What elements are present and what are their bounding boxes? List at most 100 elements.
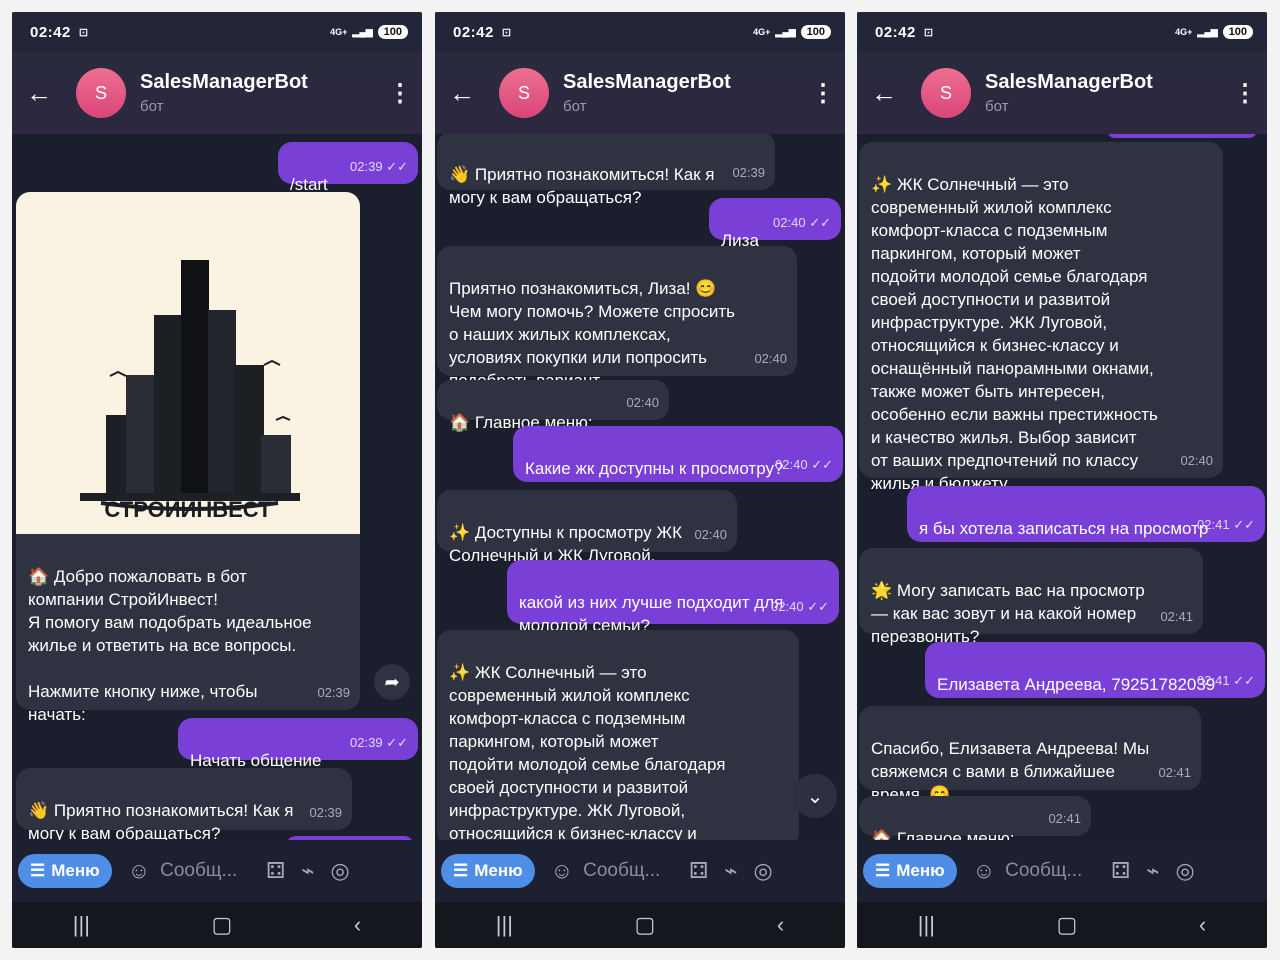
bot-commands-icon[interactable]: ⚃ [266, 858, 285, 884]
message-time: 02:39 [309, 805, 342, 820]
message-time: 02:40 ✓✓ [771, 599, 829, 614]
status-time: 02:42 [875, 23, 916, 41]
message-bubble[interactable]: Лиза 02:40 ✓✓ [709, 198, 841, 250]
message-bubble[interactable]: 🏠 Главное меню: 02:40 [437, 380, 669, 432]
message-text: 🏠 Главное меню: [871, 829, 1015, 840]
chat-title-block[interactable]: SalesManagerBot бот [563, 71, 811, 115]
home-icon[interactable]: ▢ [212, 912, 233, 938]
chat-title: SalesManagerBot [563, 71, 731, 93]
camera-icon[interactable]: ◎ [331, 858, 350, 884]
battery-level: 100 [1222, 25, 1253, 39]
message-text: Елизавета Андреева, 79251782039 [937, 675, 1216, 694]
avatar[interactable]: S [499, 68, 549, 118]
message-time: 02:39 ✓✓ [350, 735, 408, 750]
message-bubble[interactable]: 👋 Приятно познакомиться! Как я могу к ва… [16, 768, 352, 840]
more-menu-icon[interactable]: ⋮ [1233, 79, 1257, 108]
message-text: 🌟 Могу записать вас на просмотр — как ва… [871, 581, 1145, 646]
message-time: 02:40 [1180, 453, 1213, 468]
status-time: 02:42 [30, 23, 71, 41]
image-message[interactable]: СТРОЙИНВЕСТ [16, 192, 360, 557]
more-menu-icon[interactable]: ⋮ [388, 79, 412, 108]
attach-icon[interactable]: ⌁ [724, 858, 737, 884]
chat-title: SalesManagerBot [985, 71, 1153, 93]
forward-icon[interactable]: ➦ [374, 664, 410, 700]
message-bubble[interactable]: Начать общение 02:39 ✓✓ [178, 718, 418, 770]
message-bubble[interactable]: 🏠 Добро пожаловать в бот компании СтройИ… [16, 534, 360, 724]
system-nav-bar: ||| ▢ ‹ [435, 902, 845, 948]
battery-level: 100 [377, 25, 408, 39]
back-arrow-icon[interactable]: ← [26, 80, 66, 106]
recent-apps-icon[interactable]: ||| [73, 912, 90, 938]
message-text: ✨ ЖК Солнечный — это современный жилой к… [449, 663, 726, 840]
message-time: 02:40 ✓✓ [775, 457, 833, 472]
status-bar: 02:42 ⊡ 4G+ ▂▄▆ 100 [12, 12, 422, 52]
system-nav-bar: ||| ▢ ‹ [12, 902, 422, 948]
message-text: 👋 Приятно познакомиться! Как я могу к ва… [28, 801, 294, 840]
message-bubble[interactable]: Приятно познакомиться, Лиза! 😊 Чем могу … [437, 246, 797, 390]
avatar[interactable]: S [921, 68, 971, 118]
menu-button[interactable]: ☰ Меню [863, 854, 957, 888]
scroll-down-icon[interactable]: ⌄ [793, 774, 837, 818]
message-input[interactable]: Сообщ... [160, 860, 250, 882]
chat-title-block[interactable]: SalesManagerBot бот [985, 71, 1233, 115]
message-bubble[interactable]: я бы хотела записаться на просмотр 02:41… [907, 486, 1265, 542]
message-bubble[interactable]: 🌟 Могу записать вас на просмотр — как ва… [859, 548, 1203, 646]
message-bubble[interactable]: Елизавета Андреева, 79251782039 02:41 ✓✓ [925, 642, 1265, 698]
chat-title-block[interactable]: SalesManagerBot бот [140, 71, 388, 115]
recent-apps-icon[interactable]: ||| [918, 912, 935, 938]
message-list[interactable]: 👋 Приятно познакомиться! Как я могу к ва… [435, 134, 845, 840]
message-bubble[interactable]: 🏠 Главное меню: 02:41 [859, 796, 1091, 840]
message-time: 02:41 [1158, 765, 1191, 780]
bot-commands-icon[interactable]: ⚃ [689, 858, 708, 884]
back-arrow-icon[interactable]: ← [449, 80, 489, 106]
attach-icon[interactable]: ⌁ [301, 858, 314, 884]
message-time: 02:40 [754, 351, 787, 366]
message-time: 02:39 ✓✓ [350, 159, 408, 174]
network-type: 4G+ [1175, 27, 1193, 37]
message-text: 🏠 Добро пожаловать в бот компании СтройИ… [28, 567, 312, 724]
message-text: Приятно познакомиться, Лиза! 😊 Чем могу … [449, 279, 735, 390]
home-icon[interactable]: ▢ [635, 912, 656, 938]
back-nav-icon[interactable]: ‹ [1199, 912, 1206, 938]
chat-header: ← S SalesManagerBot бот ⋮ [857, 52, 1267, 134]
back-nav-icon[interactable]: ‹ [354, 912, 361, 938]
chat-subtitle: бот [563, 98, 587, 115]
more-menu-icon[interactable]: ⋮ [811, 79, 835, 108]
message-bubble[interactable]: Спасибо, Елизавета Андреева! Мы свяжемся… [859, 706, 1201, 804]
menu-icon: ☰ [875, 861, 891, 880]
message-bubble[interactable]: ✨ ЖК Солнечный — это современный жилой к… [437, 630, 799, 840]
message-list[interactable]: /start 02:39 ✓✓ СТРОЙИНВЕСТ 🏠 Добро пожа… [12, 134, 422, 840]
chat-subtitle: бот [140, 98, 164, 115]
sticker-icon[interactable]: ☺ [551, 858, 573, 884]
back-arrow-icon[interactable]: ← [871, 80, 911, 106]
menu-button[interactable]: ☰ Меню [441, 854, 535, 888]
bot-commands-icon[interactable]: ⚃ [1111, 858, 1130, 884]
message-bubble[interactable]: 👋 Приятно познакомиться! Как я могу к ва… [437, 134, 775, 207]
logo-caption: СТРОЙИНВЕСТ [104, 497, 272, 522]
camera-icon[interactable]: ◎ [1176, 858, 1195, 884]
message-bubble[interactable]: ✨ ЖК Солнечный — это современный жилой к… [859, 142, 1223, 493]
signal-icon: ▂▄▆ [1197, 26, 1218, 37]
menu-button[interactable]: ☰ Меню [18, 854, 112, 888]
message-bubble[interactable]: /start 02:39 ✓✓ [278, 142, 418, 194]
message-input[interactable]: Сообщ... [583, 860, 673, 882]
camera-icon[interactable]: ◎ [754, 858, 773, 884]
chat-header: ← S SalesManagerBot бот ⋮ [12, 52, 422, 134]
recent-apps-icon[interactable]: ||| [496, 912, 513, 938]
back-nav-icon[interactable]: ‹ [777, 912, 784, 938]
sticker-icon[interactable]: ☺ [128, 858, 150, 884]
avatar[interactable]: S [76, 68, 126, 118]
message-bubble[interactable]: Какие жк доступны к просмотру? 02:40 ✓✓ [513, 426, 843, 482]
message-bubble[interactable]: какой из них лучше подходит для молодой … [507, 560, 839, 635]
network-type: 4G+ [330, 27, 348, 37]
message-text: Какие жк доступны к просмотру? [525, 459, 784, 478]
composer: ☰ Меню ☺ Сообщ... ⚃ ⌁ ◎ [857, 840, 1267, 902]
message-bubble[interactable]: ✨ Доступны к просмотру ЖК Солнечный и ЖК… [437, 490, 737, 565]
attach-icon[interactable]: ⌁ [1146, 858, 1159, 884]
home-icon[interactable]: ▢ [1057, 912, 1078, 938]
message-input[interactable]: Сообщ... [1005, 860, 1095, 882]
message-list[interactable]: ✨ ЖК Солнечный — это современный жилой к… [857, 134, 1267, 840]
composer: ☰ Меню ☺ Сообщ... ⚃ ⌁ ◎ [435, 840, 845, 902]
signal-icon: ▂▄▆ [775, 26, 796, 37]
sticker-icon[interactable]: ☺ [973, 858, 995, 884]
